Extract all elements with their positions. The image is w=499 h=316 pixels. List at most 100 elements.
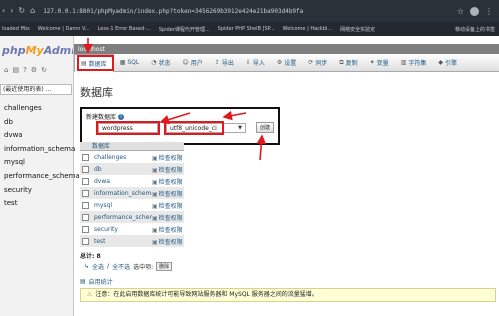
check-privileges-link[interactable]: ▣检查权限 — [152, 189, 183, 198]
select-none-link[interactable]: 全不选 — [112, 262, 130, 271]
bookmark-item[interactable]: Less-1 Error Based-... — [98, 26, 151, 32]
select-all-link[interactable]: 全选 — [92, 262, 104, 271]
row-checkbox[interactable] — [82, 213, 89, 221]
table-header[interactable]: 数据库 — [80, 142, 184, 151]
bookmark-item[interactable]: Spider课程代开管理... — [159, 26, 210, 33]
reload-icon[interactable]: ↻ — [18, 0, 25, 22]
db-name-link[interactable]: dvwa — [94, 178, 152, 185]
tree-db-item[interactable]: test — [4, 197, 80, 211]
delete-button[interactable]: 删除 — [156, 262, 173, 271]
check-privileges-link[interactable]: ▣检查权限 — [152, 153, 183, 162]
settings-icon[interactable]: ⚙ — [31, 66, 37, 74]
tab-sync[interactable]: ⟳ 同步 — [302, 54, 333, 72]
check-privileges-link[interactable]: ▣检查权限 — [152, 237, 183, 246]
page-title: 数据库 — [80, 86, 113, 99]
bookmark-item[interactable]: Welcome | Damn V... — [38, 26, 90, 32]
browser-address-bar: ‹ › ↻ ⌂ 127.0.0.1:8801/phpMyadmin/index.… — [0, 0, 499, 22]
check-privileges-link[interactable]: ▣检查权限 — [152, 213, 183, 222]
help-icon[interactable]: ? — [118, 113, 125, 120]
chevron-down-icon: ▼ — [238, 125, 242, 131]
recent-tables-select[interactable]: (最近使用的表) ... — [0, 84, 72, 95]
tab-import[interactable]: ⇩ 导入 — [240, 54, 271, 72]
tab-users[interactable]: ☺ 用户 — [177, 54, 209, 72]
nav-toolbar: ⌂ ▤ ? ⚙ ↻ — [4, 66, 47, 74]
tab-status[interactable]: ◔ 状态 — [145, 54, 176, 72]
bookmarks-bar: loaded ffbs Welcome | Damn V... Less-1 E… — [0, 22, 499, 36]
db-name-link[interactable]: security — [94, 226, 152, 233]
row-checkbox[interactable] — [82, 237, 89, 245]
avatar[interactable] — [470, 6, 479, 16]
with-selected-label: 选中项: — [133, 264, 154, 271]
sql-window-icon[interactable]: ▤ — [12, 66, 19, 74]
sql-icon: ▦ — [119, 59, 126, 66]
privileges-icon: ▣ — [152, 238, 158, 246]
bookmark-item[interactable]: Welcome | Hackbl... — [283, 26, 333, 32]
row-checkbox[interactable] — [82, 165, 89, 173]
forward-icon[interactable]: › — [10, 0, 13, 22]
mobile-bookmarks[interactable]: 移动设备上的书签 — [455, 26, 499, 33]
enable-statistics-link[interactable]: ▤ 启用统计 — [80, 277, 113, 286]
create-database-label: 新建数据库 ? — [86, 113, 125, 121]
tab-sql[interactable]: ▦ SQL — [114, 54, 146, 72]
tree-db-item[interactable]: performance_schema — [4, 170, 80, 184]
help-icon[interactable]: ? — [23, 66, 27, 74]
reload-icon[interactable]: ↻ — [41, 66, 47, 74]
back-icon[interactable]: ‹ — [2, 0, 5, 22]
settings-icon: ⚙ — [276, 59, 283, 66]
charset-icon: ▥ — [400, 59, 407, 66]
tab-variables[interactable]: ✦ 变量 — [364, 54, 395, 72]
import-icon: ⇩ — [245, 59, 251, 66]
tab-replication[interactable]: ⧉ 复制 — [333, 54, 363, 72]
tab-settings[interactable]: ⚙ 设置 — [271, 54, 302, 72]
table-row: test ▣检查权限 — [80, 235, 184, 247]
db-name-link[interactable]: challenges — [94, 154, 152, 161]
home-icon[interactable]: ⌂ — [4, 66, 8, 74]
check-privileges-link[interactable]: ▣检查权限 — [152, 177, 183, 186]
highlight-box-tab — [77, 55, 114, 71]
row-checkbox[interactable] — [82, 153, 89, 161]
row-checkbox[interactable] — [82, 177, 89, 185]
row-checkbox[interactable] — [82, 225, 89, 233]
bulk-actions: ↳ 全选 / 全不选 选中项: 删除 — [84, 262, 173, 271]
check-privileges-link[interactable]: ▣检查权限 — [152, 201, 183, 210]
menu-icon[interactable]: ⋮ — [485, 7, 493, 16]
total-count: 总计: 8 — [80, 253, 101, 260]
home-icon[interactable]: ⌂ — [30, 0, 35, 22]
check-privileges-link[interactable]: ▣检查权限 — [152, 225, 183, 234]
notice-message: ⚠ 注意：在此启用数据库统计可能导致网站服务器和 MySQL 服务器之间的流量猛增… — [80, 288, 496, 302]
bookmark-item[interactable]: loaded ffbs — [2, 26, 30, 32]
tree-db-item[interactable]: dvwa — [4, 129, 80, 143]
url-field[interactable]: 127.0.0.1:8801/phpMyadmin/index.php?toke… — [43, 8, 303, 15]
databases-table: 数据库 challenges ▣检查权限 db ▣检查权限 dvwa ▣检查权限 in… — [80, 142, 184, 247]
db-name-link[interactable]: mysql — [94, 202, 152, 209]
bookmark-item[interactable]: 网络安全实验定 — [340, 26, 375, 33]
tab-engines[interactable]: ◆ 引擎 — [432, 54, 463, 72]
database-tree: challenges db dvwa information_schema my… — [4, 102, 80, 211]
tree-db-item[interactable]: db — [4, 116, 80, 130]
privileges-icon: ▣ — [152, 190, 158, 198]
bookmark-item[interactable]: Spider PHP ShelB [SP... — [218, 26, 275, 32]
db-name-link[interactable]: performance_schema — [94, 214, 152, 221]
db-name-link[interactable]: db — [94, 166, 152, 173]
tab-export[interactable]: ⇪ 导出 — [209, 54, 240, 72]
tab-charsets[interactable]: ▥ 字符集 — [395, 54, 433, 72]
bookmark-star-icon[interactable]: ☆ — [457, 7, 464, 16]
db-name-link[interactable]: test — [94, 238, 152, 245]
server-label[interactable]: localhost — [78, 46, 105, 53]
tree-db-item[interactable]: challenges — [4, 102, 80, 116]
table-row: information_schema ▣检查权限 — [80, 187, 184, 199]
tree-db-item[interactable]: security — [4, 184, 80, 198]
check-privileges-link[interactable]: ▣检查权限 — [152, 165, 183, 174]
create-button[interactable]: 创建 — [256, 122, 274, 133]
row-checkbox[interactable] — [82, 201, 89, 209]
privileges-icon: ▣ — [152, 154, 158, 162]
tree-db-item[interactable]: information_schema — [4, 143, 80, 157]
navigation-panel: phpMyAdmin ⌂ ▤ ? ⚙ ↻ (最近使用的表) ... challe… — [0, 36, 80, 316]
sync-icon: ⟳ — [308, 59, 314, 66]
users-icon: ☺ — [182, 59, 189, 66]
table-row: performance_schema▣检查权限 — [80, 211, 184, 223]
table-row: security ▣检查权限 — [80, 223, 184, 235]
db-name-link[interactable]: information_schema — [94, 190, 152, 197]
row-checkbox[interactable] — [82, 189, 89, 197]
tree-db-item[interactable]: mysql — [4, 156, 80, 170]
